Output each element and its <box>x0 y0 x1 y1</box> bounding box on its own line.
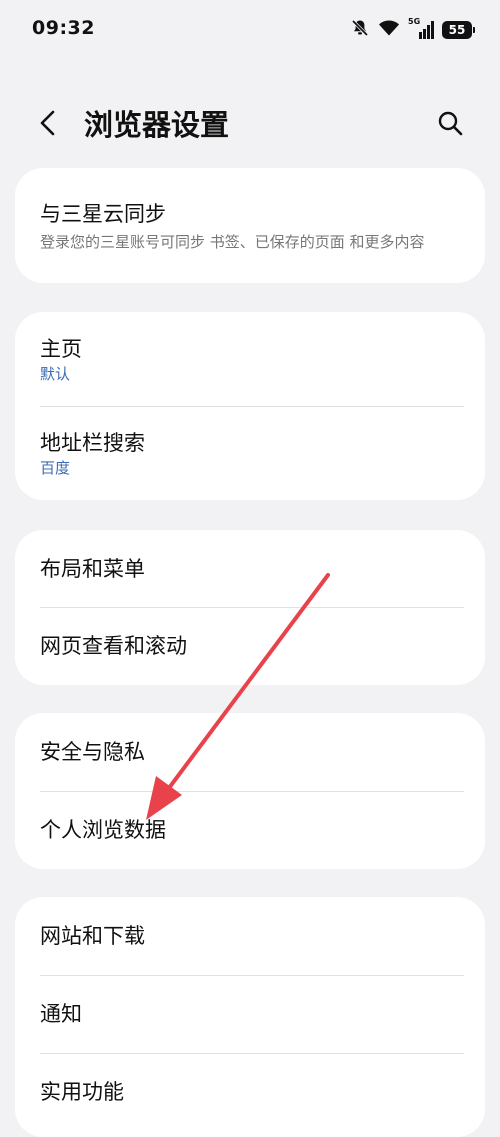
address-bar-search-title: 地址栏搜索 <box>40 431 145 455</box>
personal-browsing-data-item[interactable]: 个人浏览数据 <box>15 791 485 869</box>
page-title: 浏览器设置 <box>84 108 230 142</box>
security-privacy-item[interactable]: 安全与隐私 <box>15 713 485 791</box>
search-button[interactable] <box>430 105 470 145</box>
status-icons: 5G 55 <box>350 17 475 42</box>
sync-samsung-cloud-item[interactable]: 与三星云同步 登录您的三星账号可同步 书签、已保存的页面 和更多内容 <box>15 168 485 283</box>
homepage-value: 默认 <box>40 365 71 383</box>
utilities-item[interactable]: 实用功能 <box>15 1053 485 1131</box>
5g-signal-icon: 5G <box>408 17 434 40</box>
notifications-item[interactable]: 通知 <box>15 975 485 1053</box>
sync-title: 与三星云同步 <box>40 201 166 226</box>
home-search-card: 主页 默认 地址栏搜索 百度 <box>15 312 485 500</box>
status-bar: 09:32 5G 55 <box>0 0 500 60</box>
layout-card: 布局和菜单 网页查看和滚动 <box>15 530 485 685</box>
header: 浏览器设置 <box>0 95 500 155</box>
sites-downloads-title: 网站和下载 <box>40 924 145 948</box>
privacy-card: 安全与隐私 个人浏览数据 <box>15 713 485 869</box>
wifi-icon <box>378 19 400 41</box>
sync-card: 与三星云同步 登录您的三星账号可同步 书签、已保存的页面 和更多内容 <box>15 168 485 283</box>
sites-card: 网站和下载 通知 实用功能 <box>15 897 485 1137</box>
battery-level: 55 <box>448 23 466 37</box>
address-bar-search-item[interactable]: 地址栏搜索 百度 <box>15 406 485 500</box>
personal-browsing-data-title: 个人浏览数据 <box>40 818 166 842</box>
status-time: 09:32 <box>32 17 95 39</box>
security-privacy-title: 安全与隐私 <box>40 740 145 764</box>
search-icon <box>437 110 463 140</box>
homepage-title: 主页 <box>40 337 82 361</box>
utilities-title: 实用功能 <box>40 1080 124 1104</box>
mute-bell-icon <box>350 18 370 42</box>
sync-description: 登录您的三星账号可同步 书签、已保存的页面 和更多内容 <box>40 232 425 251</box>
battery-icon: 55 <box>442 21 475 39</box>
page-view-scroll-item[interactable]: 网页查看和滚动 <box>15 607 485 685</box>
layout-menu-item[interactable]: 布局和菜单 <box>15 530 485 607</box>
homepage-item[interactable]: 主页 默认 <box>15 312 485 406</box>
back-button[interactable] <box>30 105 66 145</box>
chevron-left-icon <box>38 109 58 141</box>
sites-downloads-item[interactable]: 网站和下载 <box>15 897 485 975</box>
layout-menu-title: 布局和菜单 <box>40 556 145 581</box>
page-view-scroll-title: 网页查看和滚动 <box>40 634 187 658</box>
notifications-title: 通知 <box>40 1002 82 1026</box>
address-bar-search-value: 百度 <box>40 459 71 477</box>
